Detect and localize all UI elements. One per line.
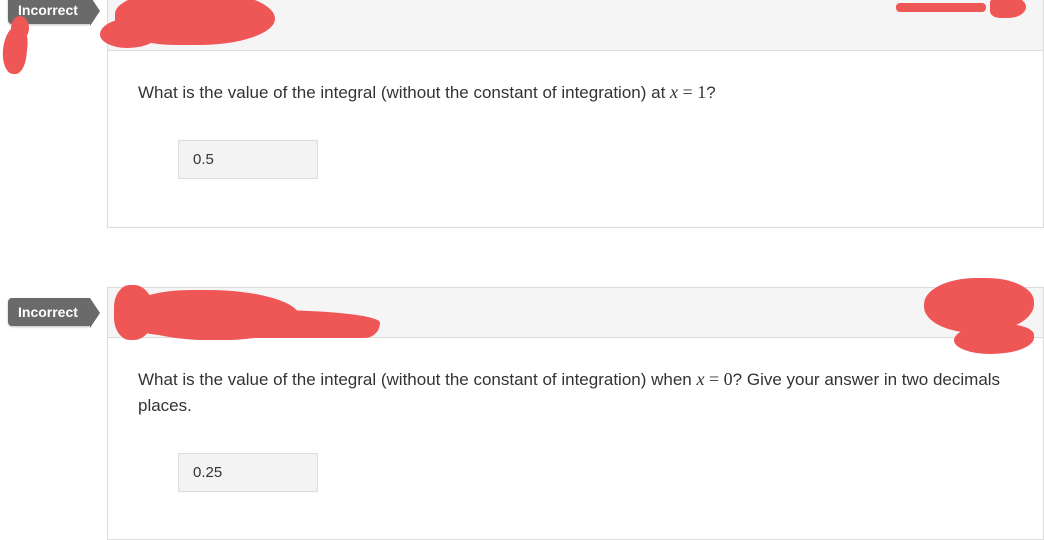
answer-input[interactable]: 0.25 [178,453,318,492]
annotation-scribble [11,16,29,40]
math-value: 1 [697,82,706,102]
prompt-text: What is the value of the integral (witho… [138,83,670,102]
answer-input[interactable]: 0.5 [178,140,318,179]
prompt-qmark: ? [706,83,715,102]
annotation-scribble [130,310,380,338]
math-value: 0 [724,369,733,389]
question-body: What is the value of the integral (witho… [108,338,1043,522]
math-equals: = [678,82,697,102]
annotation-arrow [896,0,1026,20]
question-prompt: What is the value of the integral (witho… [138,79,1013,106]
math-variable: x [670,82,678,102]
question-prompt: What is the value of the integral (witho… [138,366,1013,419]
math-variable: x [697,369,705,389]
prompt-text: What is the value of the integral (witho… [138,370,697,389]
question-body: What is the value of the integral (witho… [108,51,1043,209]
prompt-qmark: ? [733,370,742,389]
math-equals: = [705,369,724,389]
status-badge: Incorrect [8,298,90,326]
